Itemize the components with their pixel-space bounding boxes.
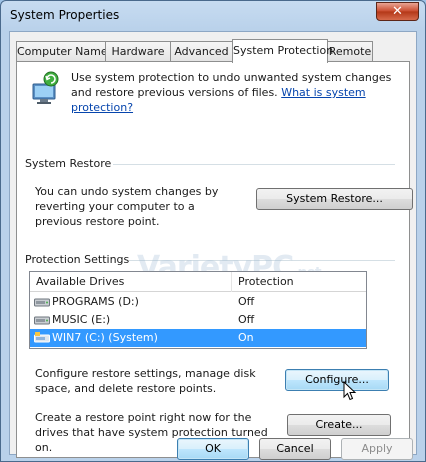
apply-button[interactable]: Apply	[341, 438, 413, 460]
configure-button[interactable]: Configure...	[285, 369, 389, 391]
column-header-drives[interactable]: Available Drives	[36, 275, 124, 288]
drive-row-win7-system[interactable]: WIN7 (C:) (System) On	[30, 329, 366, 347]
drive-protection-status: On	[238, 331, 254, 344]
system-restore-button[interactable]: System Restore...	[256, 188, 413, 210]
tab-computer-name[interactable]: Computer Name	[16, 41, 108, 62]
column-separator[interactable]	[231, 272, 232, 292]
drive-name: MUSIC (E:)	[52, 313, 111, 326]
drive-row-music[interactable]: MUSIC (E:) Off	[30, 311, 366, 329]
system-protection-icon	[32, 71, 59, 104]
system-drive-icon	[34, 332, 50, 343]
cancel-button[interactable]: Cancel	[259, 438, 331, 460]
mouse-pointer-icon	[343, 381, 357, 401]
hard-drive-icon	[34, 298, 50, 307]
tab-advanced[interactable]: Advanced	[170, 41, 233, 62]
create-button[interactable]: Create...	[287, 414, 391, 436]
system-restore-description: You can undo system changes by reverting…	[35, 185, 219, 228]
system-restore-heading: System Restore	[25, 157, 112, 170]
window-title: System Properties	[10, 8, 120, 22]
tab-remote[interactable]: Remote	[327, 41, 373, 62]
dialog-client-area: Computer Name Hardware Advanced System P…	[9, 31, 417, 458]
drive-name: PROGRAMS (D:)	[52, 295, 139, 308]
tab-hardware[interactable]: Hardware	[105, 41, 171, 62]
hard-drive-icon	[34, 316, 50, 325]
system-protection-panel: Use system protection to undo unwanted s…	[16, 61, 413, 458]
drive-protection-status: Off	[238, 295, 255, 308]
drive-name: WIN7 (C:) (System)	[52, 331, 158, 344]
intro-description: Use system protection to undo unwanted s…	[71, 70, 401, 115]
list-header: Available Drives Protection	[30, 272, 366, 292]
drive-row-programs[interactable]: PROGRAMS (D:) Off	[30, 293, 366, 311]
configure-description: Configure restore settings, manage disk …	[35, 367, 256, 395]
close-icon: ✕	[392, 4, 403, 19]
protection-settings-heading: Protection Settings	[25, 253, 130, 266]
available-drives-list[interactable]: Available Drives Protection PROGRAMS (D:…	[29, 271, 367, 349]
system-properties-window: System Properties ✕ Computer Name Hardwa…	[0, 0, 426, 462]
close-button[interactable]: ✕	[376, 2, 419, 21]
column-header-protection[interactable]: Protection	[238, 275, 294, 288]
tab-system-protection[interactable]: System Protection	[232, 39, 333, 63]
title-bar[interactable]: System Properties ✕	[1, 1, 425, 31]
ok-button[interactable]: OK	[177, 438, 249, 460]
drive-protection-status: Off	[238, 313, 255, 326]
system-restore-divider	[113, 164, 395, 165]
